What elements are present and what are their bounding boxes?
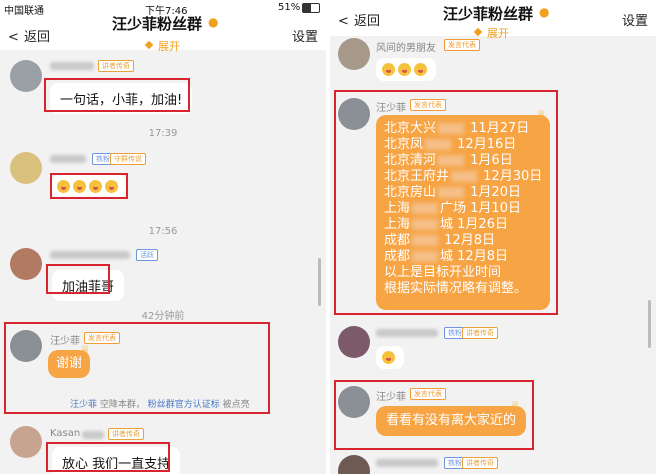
avatar[interactable] bbox=[10, 60, 42, 92]
avatar[interactable] bbox=[338, 38, 370, 70]
rank-tag: 讲者传奇 bbox=[462, 327, 498, 339]
sender-name: 风间的男朋友 bbox=[376, 43, 436, 54]
schedule-line: 成都城 12月8日 bbox=[384, 249, 508, 264]
crown-icon: ♕ bbox=[510, 399, 520, 412]
pin-icon bbox=[473, 27, 483, 37]
crown-icon: ♕ bbox=[536, 108, 546, 121]
system-notice: 汪少菲 空降本群， 粉丝群官方认证标 被点亮 bbox=[70, 397, 250, 410]
schedule-line: 北京王府井 12月30日 bbox=[384, 169, 543, 184]
avatar[interactable] bbox=[10, 330, 42, 362]
rank-tag: 活跃 bbox=[136, 249, 158, 261]
emoji-message[interactable] bbox=[376, 346, 404, 369]
blurred-username bbox=[376, 459, 438, 467]
chevron-left-icon: < bbox=[338, 14, 349, 29]
avatar[interactable] bbox=[10, 426, 42, 458]
notice-end: 被点亮 bbox=[222, 400, 250, 410]
expand-label: 展开 bbox=[487, 27, 509, 40]
schedule-line: 成都 12月8日 bbox=[384, 233, 495, 248]
rank-tag: 发言代表 bbox=[410, 388, 446, 400]
blurred-username bbox=[50, 251, 130, 259]
battery-level: 51% bbox=[278, 2, 301, 13]
blurred-username bbox=[50, 155, 86, 163]
avatar[interactable] bbox=[338, 98, 370, 130]
notice-link[interactable]: 粉丝群官方认证标 bbox=[148, 400, 220, 410]
fan-badge-icon: ● bbox=[539, 5, 550, 19]
group-title: 汪少菲粉丝群 bbox=[443, 5, 534, 23]
timestamp: 42分钟前 bbox=[141, 311, 185, 322]
expand-label: 展开 bbox=[158, 40, 180, 53]
settings-button[interactable]: 设置 bbox=[622, 10, 648, 29]
pin-icon bbox=[144, 40, 154, 50]
message-bubble[interactable]: 看看有没有离大家近的 bbox=[376, 406, 527, 436]
emoji-icon bbox=[382, 351, 395, 364]
timestamp: 17:56 bbox=[148, 226, 178, 237]
crown-icon: ♕ bbox=[80, 343, 90, 356]
sender-name: 汪少菲 bbox=[50, 336, 80, 347]
right-chat-screenshot: < 返回 汪少菲粉丝群 ● 展开 设置 风间的男朋友 发言代表 汪少菲 发言代表… bbox=[330, 0, 656, 474]
scrollbar[interactable] bbox=[318, 258, 321, 306]
rank-tag: 守群传说 bbox=[110, 153, 146, 165]
highlight-box bbox=[50, 173, 128, 199]
highlight-box bbox=[44, 78, 190, 112]
timestamp: 17:39 bbox=[148, 128, 178, 139]
expand-button[interactable]: 展开 bbox=[144, 35, 180, 54]
sender-name: 汪少菲 bbox=[376, 392, 406, 403]
schedule-footer: 以上是目标开业时间 bbox=[384, 265, 502, 280]
blurred-username bbox=[50, 62, 94, 70]
emoji-icon bbox=[398, 63, 411, 76]
avatar[interactable] bbox=[338, 386, 370, 418]
blurred-username bbox=[376, 329, 438, 337]
highlight-box bbox=[46, 264, 110, 294]
schedule-line: 北京房山 1月20日 bbox=[384, 185, 521, 200]
battery-icon bbox=[302, 3, 320, 13]
avatar[interactable] bbox=[10, 248, 42, 280]
scrollbar[interactable] bbox=[648, 300, 651, 348]
left-chat-screenshot: 中国联通 下午7:46 51% < 返回 汪少菲粉丝群 ● 展开 设置 讲者传奇… bbox=[0, 0, 326, 474]
emoji-icon bbox=[382, 63, 395, 76]
rank-tag: 讲者传奇 bbox=[98, 60, 134, 72]
back-label: 返回 bbox=[354, 14, 381, 29]
highlight-box bbox=[46, 442, 170, 472]
schedule-line: 上海 广场 1月10日 bbox=[384, 201, 521, 216]
schedule-line: 上海城 1月26日 bbox=[384, 217, 508, 232]
expand-button[interactable]: 展开 bbox=[473, 22, 509, 41]
notice-text: 空降本群， bbox=[99, 400, 145, 410]
schedule-line: 北京凤 12月16日 bbox=[384, 137, 517, 152]
sender-name: 汪少菲 bbox=[376, 103, 406, 114]
rank-tag: 讲者传奇 bbox=[462, 457, 498, 469]
settings-button[interactable]: 设置 bbox=[292, 26, 318, 45]
rank-tag: 发言代表 bbox=[410, 99, 446, 111]
avatar[interactable] bbox=[10, 152, 42, 184]
back-label: 返回 bbox=[24, 30, 51, 45]
emoji-icon bbox=[414, 63, 427, 76]
group-title: 汪少菲粉丝群 bbox=[112, 15, 203, 33]
carrier: 中国联通 bbox=[4, 6, 44, 17]
emoji-message[interactable] bbox=[376, 58, 436, 81]
fan-badge-icon: ● bbox=[208, 15, 219, 29]
schedule-line: 北京大兴 11月27日 bbox=[384, 121, 530, 136]
schedule-footer: 根据实际情况略有调整。 bbox=[384, 281, 528, 296]
schedule-line: 北京清河 1月6日 bbox=[384, 153, 513, 168]
rank-tag: 讲者传奇 bbox=[108, 428, 144, 440]
sender-name: Kasan bbox=[50, 428, 81, 439]
avatar[interactable] bbox=[338, 326, 370, 358]
avatar[interactable] bbox=[338, 455, 370, 474]
back-button[interactable]: < 返回 bbox=[8, 26, 50, 45]
back-button[interactable]: < 返回 bbox=[338, 10, 380, 29]
schedule-message[interactable]: 北京大兴 11月27日 北京凤 12月16日 北京清河 1月6日 北京王府井 1… bbox=[376, 115, 550, 310]
chevron-left-icon: < bbox=[8, 30, 19, 45]
blurred-username bbox=[82, 431, 104, 439]
notice-username[interactable]: 汪少菲 bbox=[70, 400, 97, 410]
rank-tag: 发言代表 bbox=[444, 39, 480, 51]
